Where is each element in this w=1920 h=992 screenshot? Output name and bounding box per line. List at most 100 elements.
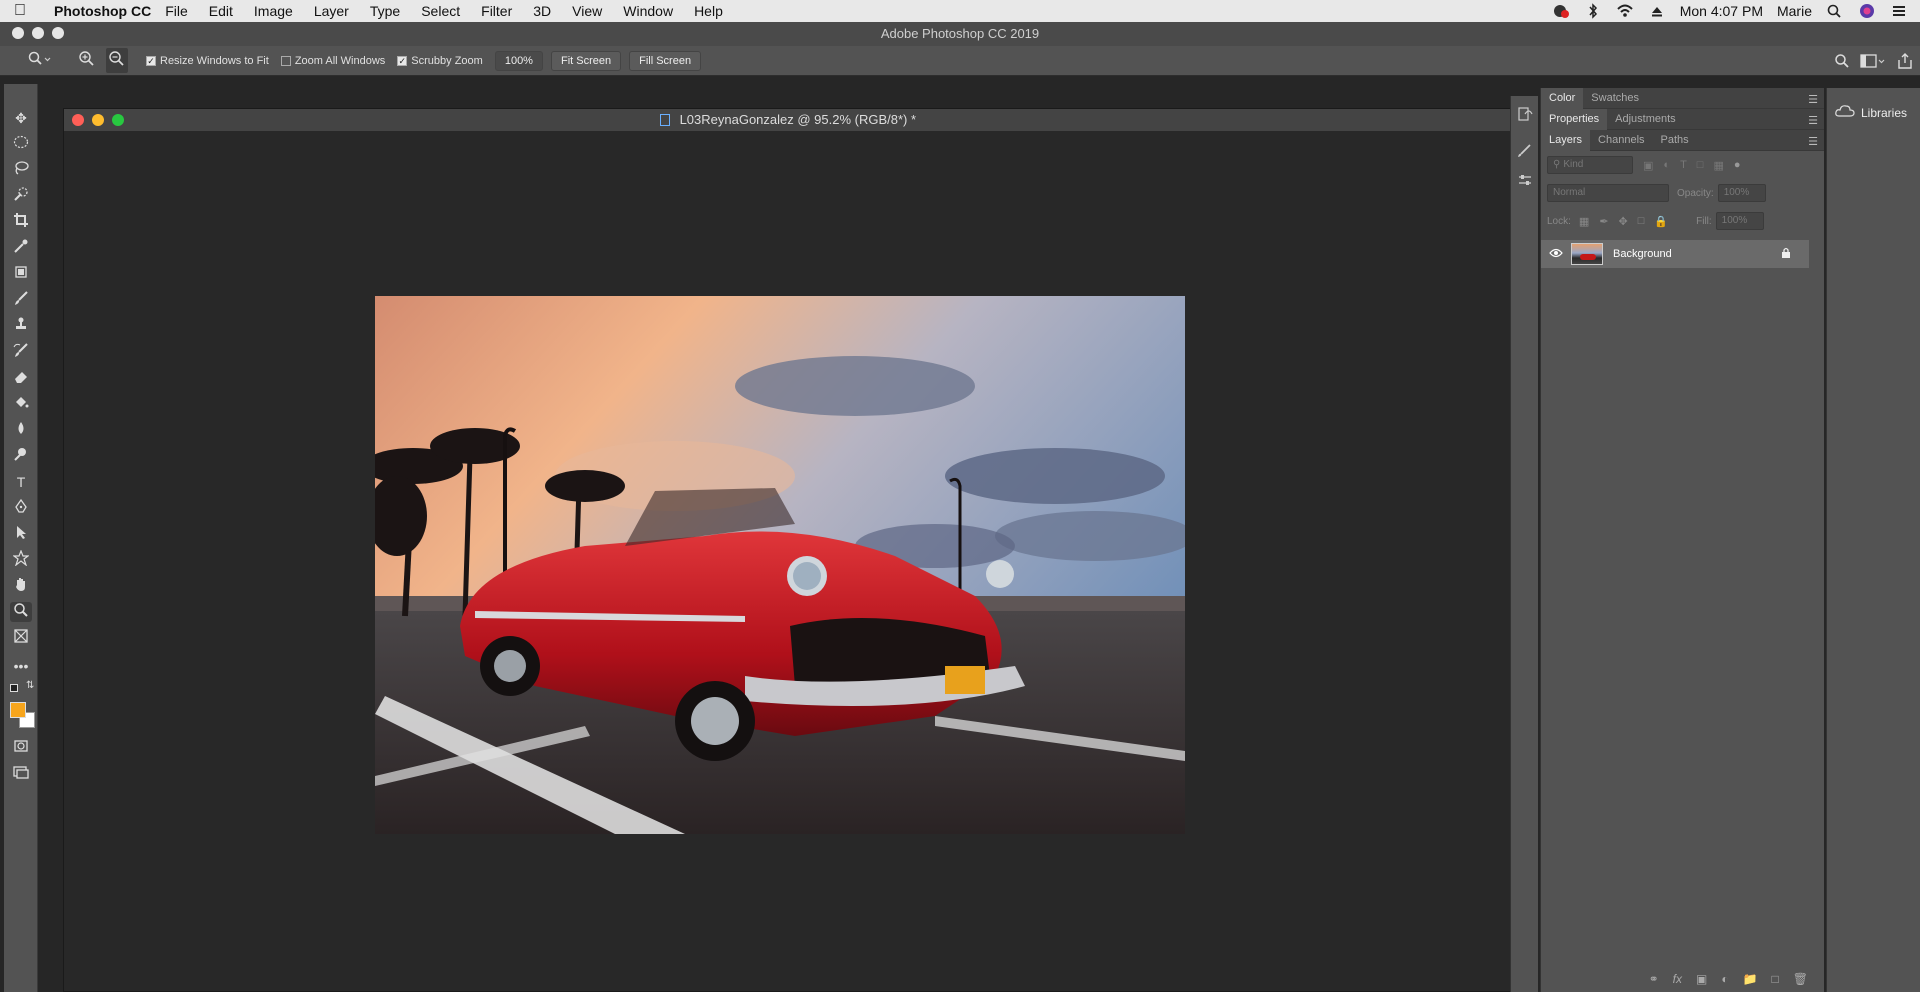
maximize-document-icon[interactable] <box>112 114 124 126</box>
menu-image[interactable]: Image <box>254 3 293 19</box>
tab-color[interactable]: Color <box>1541 87 1584 109</box>
layer-kind-filter[interactable]: ⚲ Kind <box>1547 156 1633 174</box>
lock-image-icon[interactable]: ✒ <box>1599 215 1608 228</box>
tab-properties[interactable]: Properties <box>1541 108 1608 130</box>
layer-style-fx-icon[interactable]: fx <box>1673 972 1682 986</box>
lock-all-icon[interactable]: 🔒 <box>1654 215 1668 228</box>
marquee-tool-icon[interactable] <box>10 134 32 154</box>
siri-icon[interactable] <box>1858 3 1876 19</box>
zoom-window-icon[interactable] <box>52 27 64 39</box>
search-icon[interactable] <box>1834 53 1850 72</box>
custom-shape-tool-icon[interactable] <box>10 549 32 570</box>
document-tab[interactable]: L03ReynaGonzalez @ 95.2% (RGB/8*) * <box>64 109 1512 131</box>
menu-type[interactable]: Type <box>370 3 400 19</box>
menu-help[interactable]: Help <box>694 3 723 19</box>
adjustments-sliders-panel-icon[interactable] <box>1514 172 1536 194</box>
layer-name[interactable]: Background <box>1613 248 1672 260</box>
type-layer-filter-icon[interactable]: T <box>1680 159 1687 172</box>
fill-field[interactable]: 100% <box>1715 212 1764 230</box>
apple-menu-icon[interactable]:  <box>14 2 40 20</box>
blur-tool-icon[interactable] <box>10 420 32 440</box>
panel-menu-icon[interactable]: ☰ <box>1808 135 1818 148</box>
share-icon[interactable] <box>1896 52 1914 73</box>
wifi-icon[interactable] <box>1616 3 1634 19</box>
app-menu[interactable]: Photoshop CC <box>54 3 151 19</box>
close-window-icon[interactable] <box>12 27 24 39</box>
lasso-tool-icon[interactable] <box>10 160 32 180</box>
lock-artboard-icon[interactable]: □ <box>1638 215 1645 228</box>
history-brush-tool-icon[interactable] <box>10 342 32 362</box>
filter-toggle-icon[interactable]: ● <box>1734 159 1741 172</box>
menu-layer[interactable]: Layer <box>314 3 349 19</box>
frame-tool-icon[interactable] <box>10 264 32 284</box>
scrubby-zoom-checkbox[interactable]: ✓ Scrubby Zoom <box>397 55 483 67</box>
tab-swatches[interactable]: Swatches <box>1583 88 1647 109</box>
smart-object-filter-icon[interactable]: ▦ <box>1713 159 1723 172</box>
adjustment-layer-filter-icon[interactable]: ◐ <box>1663 159 1670 172</box>
tab-paths[interactable]: Paths <box>1653 130 1697 151</box>
quick-mask-icon[interactable] <box>10 738 32 758</box>
crop-tool-icon[interactable] <box>10 212 32 232</box>
zoom-out-icon[interactable] <box>106 48 128 73</box>
visibility-eye-icon[interactable] <box>1545 248 1567 261</box>
swap-colors-icon[interactable]: ⇅ <box>26 680 34 691</box>
menu-3d[interactable]: 3D <box>533 3 551 19</box>
bluetooth-icon[interactable] <box>1584 3 1602 19</box>
move-tool-icon[interactable]: ✥ <box>10 108 32 128</box>
user-name[interactable]: Marie <box>1777 3 1812 19</box>
zoom-tool-icon[interactable] <box>10 602 32 622</box>
brush-tool-icon[interactable] <box>10 290 32 310</box>
paint-bucket-tool-icon[interactable] <box>10 394 32 414</box>
tab-channels[interactable]: Channels <box>1590 130 1652 151</box>
tab-layers[interactable]: Layers <box>1541 129 1591 151</box>
pixel-layer-filter-icon[interactable]: ▣ <box>1643 159 1653 172</box>
more-tools-icon[interactable]: ••• <box>10 656 32 676</box>
lock-transparent-icon[interactable]: ▦ <box>1579 215 1589 228</box>
clock-text[interactable]: Mon 4:07 PM <box>1680 3 1763 19</box>
default-colors-icon[interactable] <box>10 684 18 692</box>
blend-mode-select[interactable]: Normal <box>1547 184 1669 202</box>
tab-adjustments[interactable]: Adjustments <box>1607 109 1684 130</box>
menu-edit[interactable]: Edit <box>209 3 233 19</box>
artboard-tool-icon[interactable] <box>10 628 32 648</box>
history-panel-icon[interactable] <box>1514 106 1536 128</box>
shape-layer-filter-icon[interactable]: □ <box>1697 159 1704 172</box>
menu-select[interactable]: Select <box>421 3 460 19</box>
minimize-document-icon[interactable] <box>92 114 104 126</box>
new-layer-icon[interactable]: □ <box>1772 972 1779 986</box>
close-document-icon[interactable] <box>72 114 84 126</box>
eyedropper-tool-icon[interactable] <box>10 238 32 258</box>
menu-view[interactable]: View <box>572 3 602 19</box>
panel-menu-icon[interactable]: ☰ <box>1808 114 1818 127</box>
new-adjustment-layer-icon[interactable]: ◐ <box>1721 972 1728 986</box>
canvas-image[interactable] <box>375 296 1185 834</box>
opacity-field[interactable]: 100% <box>1717 184 1766 202</box>
fit-screen-button[interactable]: Fit Screen <box>550 50 622 71</box>
brush-settings-panel-icon[interactable] <box>1514 142 1536 164</box>
workspace-switcher-icon[interactable] <box>1860 53 1886 72</box>
lock-position-icon[interactable]: ✥ <box>1619 215 1628 228</box>
menu-window[interactable]: Window <box>623 3 673 19</box>
menu-filter[interactable]: Filter <box>481 3 512 19</box>
panel-menu-icon[interactable]: ☰ <box>1808 93 1818 106</box>
menu-file[interactable]: File <box>165 3 188 19</box>
resize-windows-checkbox[interactable]: ✓ Resize Windows to Fit <box>146 55 269 67</box>
eject-icon[interactable] <box>1648 3 1666 19</box>
creative-cloud-icon[interactable] <box>1552 3 1570 19</box>
layer-row-background[interactable]: Background <box>1541 240 1809 268</box>
add-mask-icon[interactable]: ▣ <box>1696 972 1707 986</box>
type-tool-icon[interactable]: T <box>10 472 32 492</box>
path-selection-tool-icon[interactable] <box>10 524 32 544</box>
pen-tool-icon[interactable] <box>10 498 32 518</box>
zoom-all-windows-checkbox[interactable]: Zoom All Windows <box>280 55 385 67</box>
zoom-tool-preset-icon[interactable] <box>28 51 52 70</box>
screen-mode-icon[interactable] <box>10 764 32 784</box>
zoom-percent-field[interactable]: 100% <box>494 50 543 71</box>
fill-screen-button[interactable]: Fill Screen <box>629 50 702 71</box>
libraries-button[interactable]: Libraries <box>1835 104 1907 121</box>
minimize-window-icon[interactable] <box>32 27 44 39</box>
clone-stamp-tool-icon[interactable] <box>10 316 32 336</box>
eraser-tool-icon[interactable] <box>10 368 32 388</box>
zoom-in-icon[interactable] <box>78 50 96 71</box>
quick-selection-tool-icon[interactable] <box>10 186 32 206</box>
